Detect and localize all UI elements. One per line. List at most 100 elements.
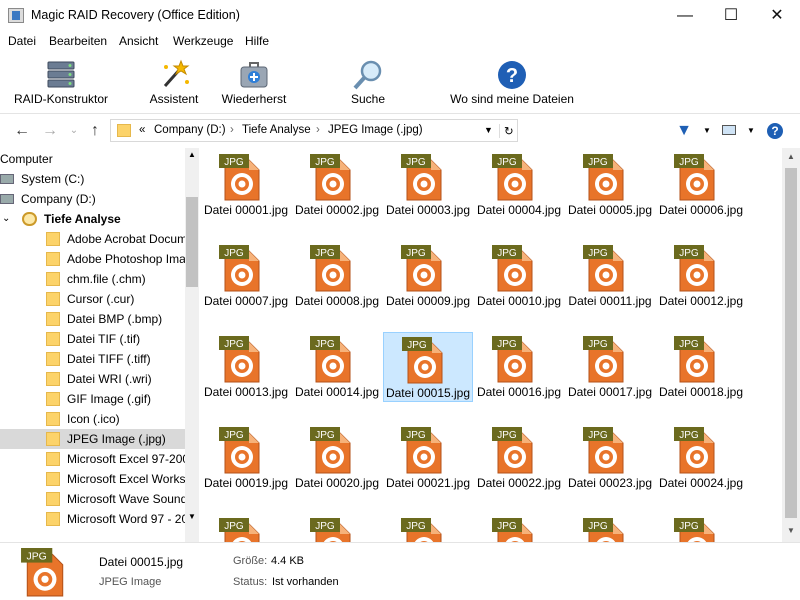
file-item[interactable]: JPG Datei 00003.jpg bbox=[383, 150, 473, 220]
file-grid-scrollbar-thumb[interactable] bbox=[785, 168, 797, 518]
tree-item-folder[interactable]: Cursor (.cur) bbox=[0, 289, 185, 309]
address-field[interactable]: « Company (D:) › Tiefe Analyse › JPEG Im… bbox=[110, 119, 518, 142]
file-item[interactable]: JPG Datei 00011.jpg bbox=[565, 241, 655, 311]
svg-text:JPG: JPG bbox=[588, 521, 608, 532]
breadcrumb-overflow[interactable]: « bbox=[139, 124, 145, 136]
tree-item-folder[interactable]: Microsoft Excel 97-200 bbox=[0, 449, 189, 469]
svg-text:JPG: JPG bbox=[497, 248, 517, 259]
jpg-file-icon: JPG bbox=[583, 427, 624, 474]
menu-bearbeiten[interactable]: Bearbeiten bbox=[49, 34, 107, 48]
history-dropdown-icon[interactable]: ⌄ bbox=[64, 122, 84, 140]
file-item[interactable]: JPG Datei 00022.jpg bbox=[474, 423, 564, 493]
tree-item-folder[interactable]: Adobe Photoshop Ima bbox=[0, 249, 186, 269]
file-item[interactable]: JPG Datei 00010.jpg bbox=[474, 241, 564, 311]
jpg-file-icon: JPG bbox=[674, 427, 715, 474]
file-item[interactable]: JPG Datei 00002.jpg bbox=[292, 150, 382, 220]
maximize-button[interactable]: ☐ bbox=[708, 0, 754, 31]
file-item[interactable]: JPG Datei 00017.jpg bbox=[565, 332, 655, 402]
tree-item-folder[interactable]: Icon (.ico) bbox=[0, 409, 185, 429]
file-item[interactable]: JPG Datei 00014.jpg bbox=[292, 332, 382, 402]
breadcrumb-analysis[interactable]: Tiefe Analyse bbox=[242, 124, 311, 136]
menu-ansicht[interactable]: Ansicht bbox=[119, 34, 158, 48]
tree-item-computer[interactable]: Computer bbox=[0, 149, 185, 169]
file-item[interactable]: JPG Datei 00006.jpg bbox=[656, 150, 746, 220]
file-item[interactable]: JPG Datei 00019.jpg bbox=[201, 423, 291, 493]
file-item[interactable]: JPG Datei 00004.jpg bbox=[474, 150, 564, 220]
scroll-up-icon[interactable]: ▲ bbox=[186, 150, 198, 159]
file-item[interactable]: JPG Datei 00018.jpg bbox=[656, 332, 746, 402]
address-dropdown-icon[interactable]: ▼ bbox=[484, 125, 493, 135]
file-item[interactable]: JPG bbox=[383, 514, 473, 542]
filter-dropdown-icon[interactable]: ▼ bbox=[697, 122, 717, 140]
file-item[interactable]: JPG bbox=[474, 514, 564, 542]
where-are-my-files-button[interactable]: ? Wo sind meine Dateien bbox=[448, 54, 576, 112]
file-item[interactable]: JPG Datei 00012.jpg bbox=[656, 241, 746, 311]
refresh-icon[interactable]: ↻ bbox=[499, 124, 514, 138]
up-arrow-icon[interactable]: ↑ bbox=[85, 122, 105, 140]
back-arrow-icon[interactable]: ← bbox=[12, 122, 32, 140]
tree-item-folder[interactable]: JPEG Image (.jpg) bbox=[0, 429, 185, 449]
svg-text:JPG: JPG bbox=[27, 551, 47, 562]
minimize-button[interactable]: — bbox=[662, 0, 708, 31]
file-item[interactable]: JPG Datei 00021.jpg bbox=[383, 423, 473, 493]
tree-item-folder[interactable]: Datei WRI (.wri) bbox=[0, 369, 185, 389]
file-item[interactable]: JPG Datei 00020.jpg bbox=[292, 423, 382, 493]
tree-item-folder[interactable]: Datei TIF (.tif) bbox=[0, 329, 185, 349]
raid-constructor-button[interactable]: RAID-Konstruktor bbox=[10, 54, 112, 112]
menu-hilfe[interactable]: Hilfe bbox=[245, 34, 269, 48]
file-name: Datei 00014.jpg bbox=[294, 385, 380, 399]
file-item[interactable]: JPG Datei 00005.jpg bbox=[565, 150, 655, 220]
restore-button[interactable]: Wiederherst bbox=[219, 54, 289, 112]
file-grid-scrollbar[interactable]: ▲ ▼ bbox=[782, 148, 800, 542]
view-dropdown-icon[interactable]: ▼ bbox=[741, 122, 761, 140]
svg-text:JPG: JPG bbox=[315, 339, 335, 350]
forward-arrow-icon[interactable]: → bbox=[40, 122, 60, 140]
file-item[interactable]: JPG Datei 00015.jpg bbox=[383, 332, 473, 402]
file-item[interactable]: JPG Datei 00007.jpg bbox=[201, 241, 291, 311]
filter-icon[interactable]: ▼ bbox=[674, 122, 694, 140]
file-item[interactable]: JPG bbox=[292, 514, 382, 542]
file-name: Datei 00015.jpg bbox=[385, 386, 471, 400]
scroll-down-icon[interactable]: ▼ bbox=[186, 512, 198, 521]
tree-item-folder[interactable]: Microsoft Excel Works bbox=[0, 469, 185, 489]
expand-chevron-icon[interactable]: ⌄ bbox=[2, 209, 10, 229]
tree-item-folder[interactable]: Datei TIFF (.tiff) bbox=[0, 349, 185, 369]
search-label: Suche bbox=[350, 92, 386, 106]
breadcrumb-current-folder[interactable]: JPEG Image (.jpg) bbox=[328, 124, 423, 136]
tree-item-folder[interactable]: Adobe Acrobat Docum bbox=[0, 229, 187, 249]
view-mode-icon[interactable] bbox=[719, 122, 739, 140]
svg-text:JPG: JPG bbox=[679, 157, 699, 168]
assistant-button[interactable]: Assistent bbox=[145, 54, 203, 112]
file-item[interactable]: JPG Datei 00001.jpg bbox=[201, 150, 291, 220]
tree-item-folder[interactable]: chm.file (.chm) bbox=[0, 269, 185, 289]
scroll-down-icon[interactable]: ▼ bbox=[782, 526, 800, 535]
file-name: Datei 00013.jpg bbox=[203, 385, 289, 399]
tree-item-drive[interactable]: System (C:) bbox=[0, 169, 185, 189]
help-small-icon[interactable]: ? bbox=[765, 122, 785, 140]
tree-item-label: Datei TIFF (.tiff) bbox=[67, 352, 151, 366]
tree-item-analysis[interactable]: ⌄ Tiefe Analyse bbox=[0, 209, 185, 229]
jpg-file-icon: JPG bbox=[492, 336, 533, 383]
menu-werkzeuge[interactable]: Werkzeuge bbox=[173, 34, 233, 48]
menu-datei[interactable]: Datei bbox=[8, 34, 36, 48]
file-item[interactable]: JPG Datei 00023.jpg bbox=[565, 423, 655, 493]
file-item[interactable]: JPG Datei 00008.jpg bbox=[292, 241, 382, 311]
file-item[interactable]: JPG Datei 00009.jpg bbox=[383, 241, 473, 311]
tree-item-label: Tiefe Analyse bbox=[44, 212, 121, 226]
tree-item-folder[interactable]: GIF Image (.gif) bbox=[0, 389, 185, 409]
tree-item-folder[interactable]: Datei BMP (.bmp) bbox=[0, 309, 185, 329]
tree-item-folder[interactable]: Microsoft Wave Sound bbox=[0, 489, 187, 509]
file-item[interactable]: JPG bbox=[656, 514, 746, 542]
file-item[interactable]: JPG bbox=[565, 514, 655, 542]
scroll-up-icon[interactable]: ▲ bbox=[782, 152, 800, 161]
tree-item-folder[interactable]: Microsoft Word 97 - 20 bbox=[0, 509, 188, 529]
file-item[interactable]: JPG Datei 00024.jpg bbox=[656, 423, 746, 493]
file-item[interactable]: JPG Datei 00013.jpg bbox=[201, 332, 291, 402]
search-button[interactable]: Suche bbox=[342, 54, 394, 112]
tree-scrollbar-thumb[interactable] bbox=[186, 197, 198, 287]
close-button[interactable]: ✕ bbox=[754, 0, 800, 31]
file-item[interactable]: JPG bbox=[201, 514, 291, 542]
file-item[interactable]: JPG Datei 00016.jpg bbox=[474, 332, 564, 402]
breadcrumb-drive[interactable]: Company (D:) bbox=[154, 124, 226, 136]
tree-item-drive[interactable]: Company (D:) bbox=[0, 189, 185, 209]
